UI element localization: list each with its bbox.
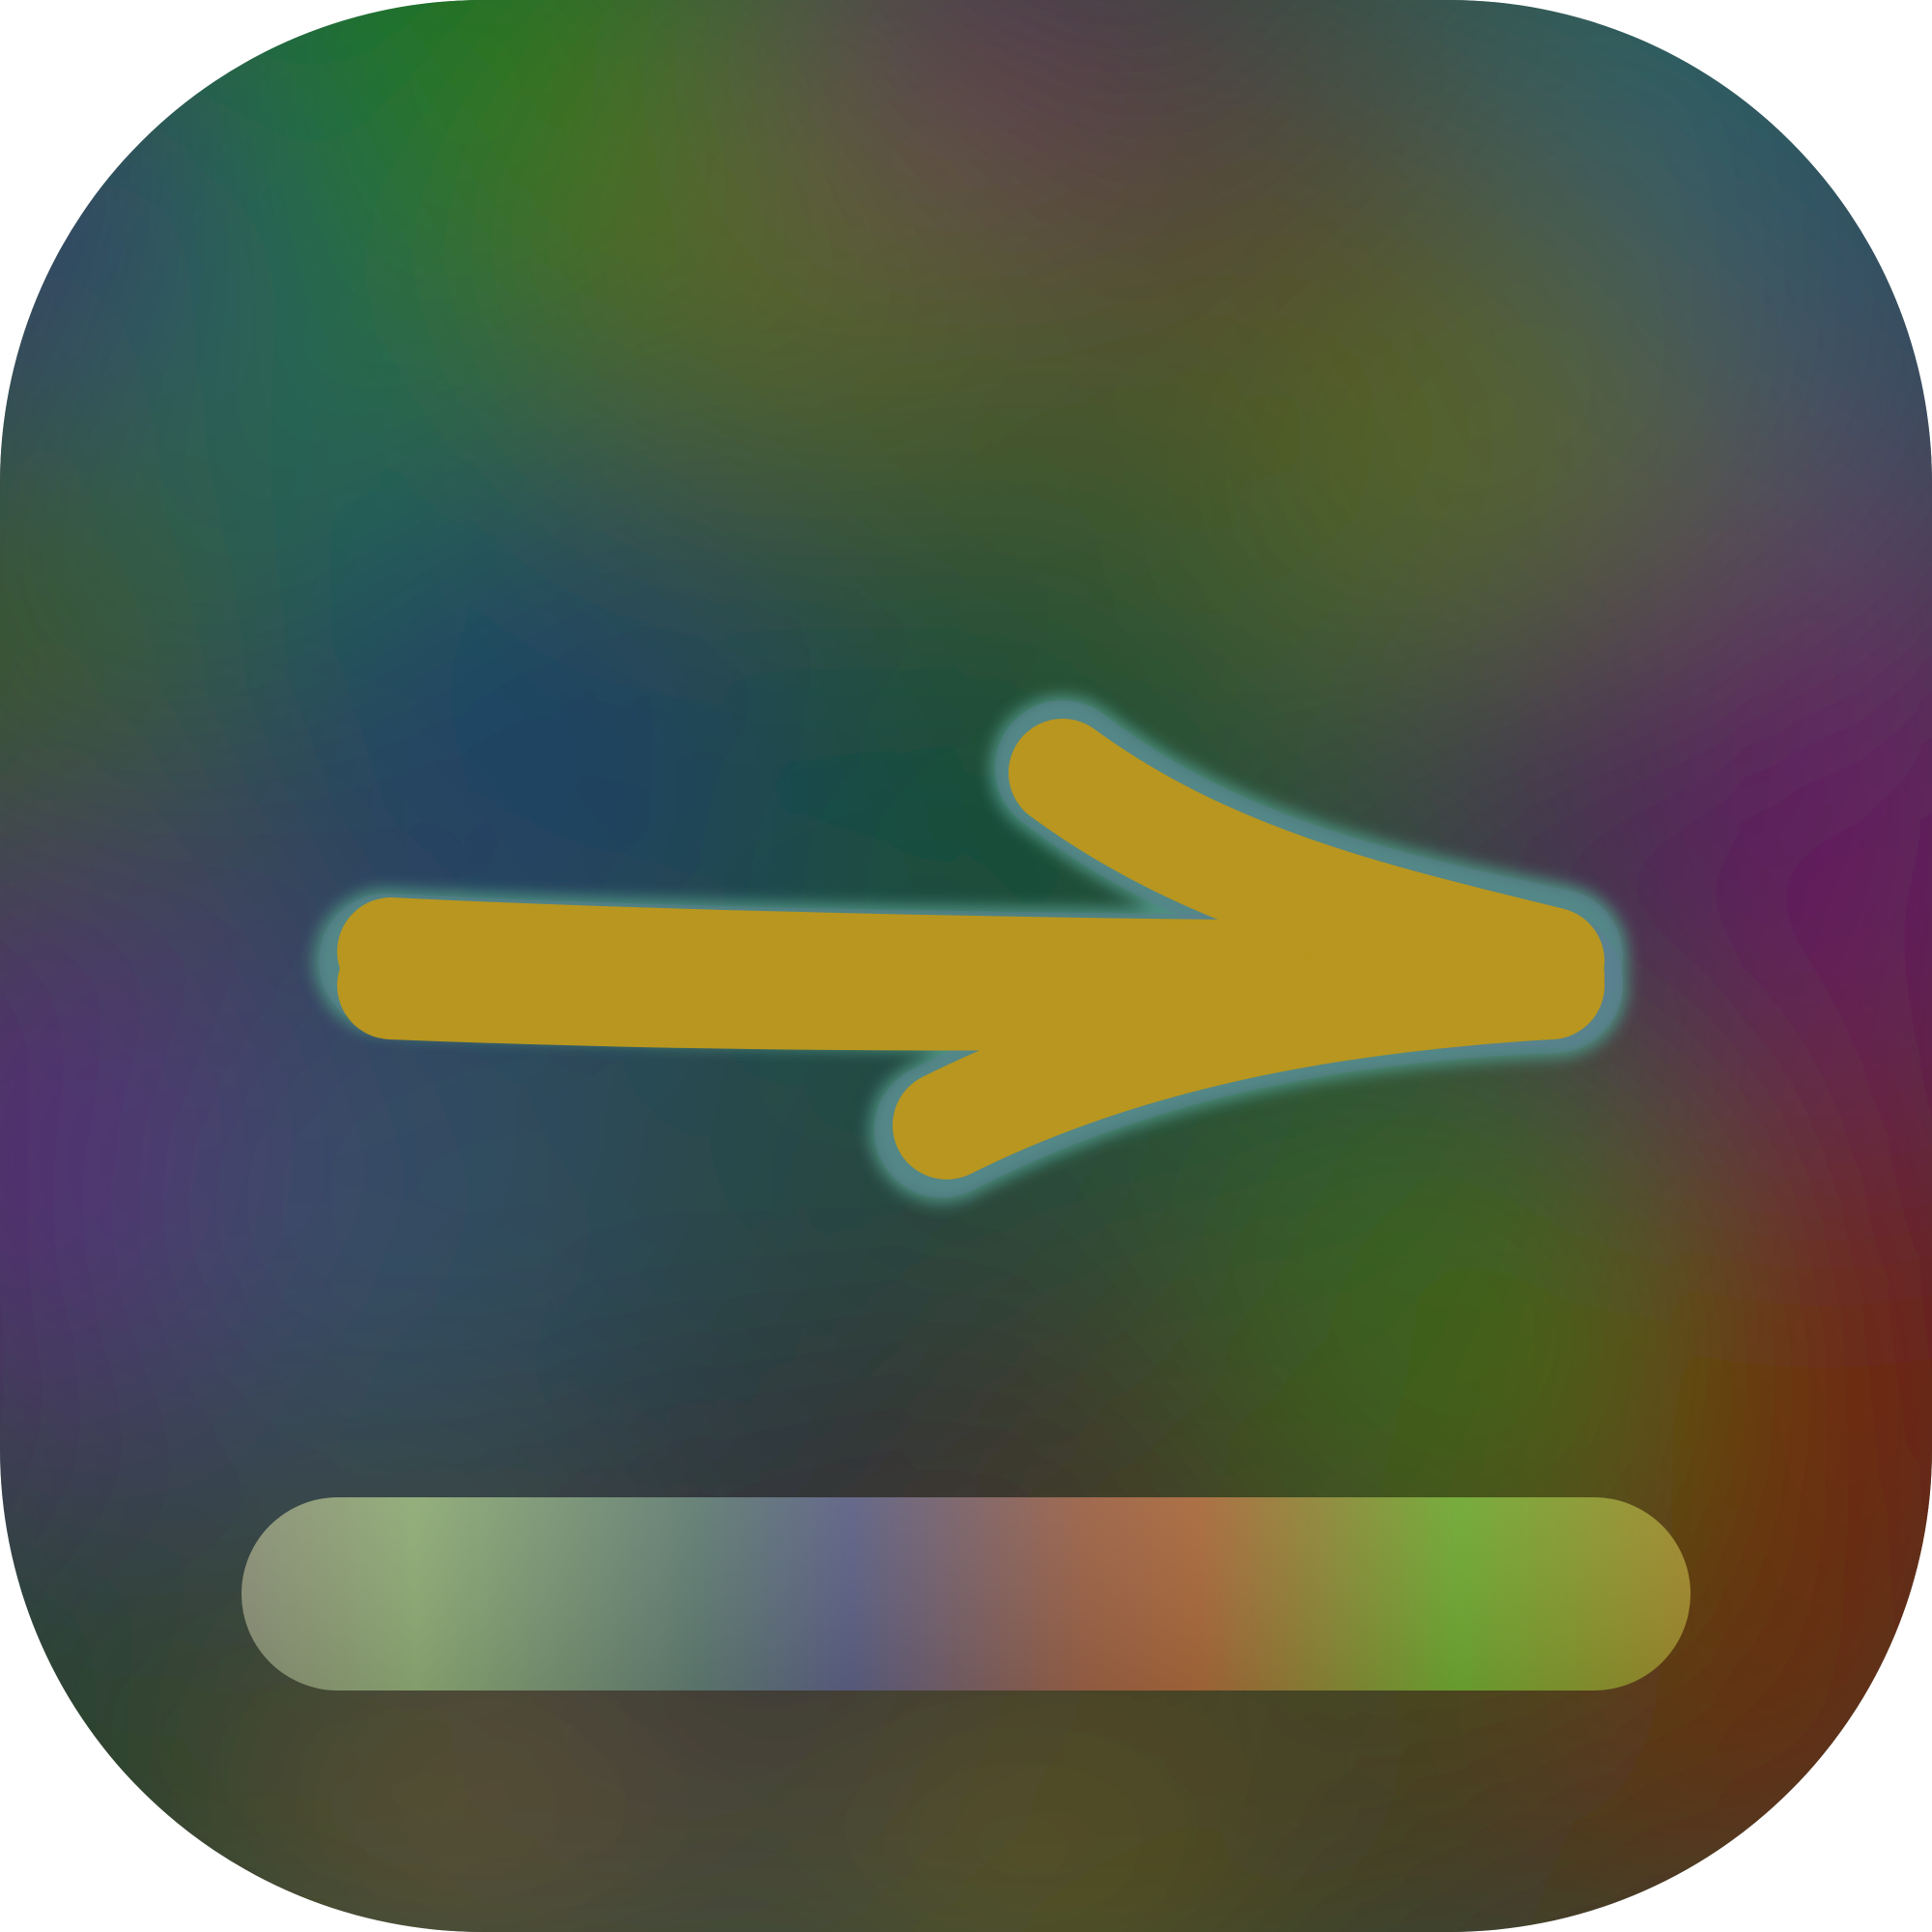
app-icon-graphic [0, 0, 1932, 1932]
app-icon[interactable] [0, 0, 1932, 1932]
baseline-bar [242, 1497, 1690, 1690]
